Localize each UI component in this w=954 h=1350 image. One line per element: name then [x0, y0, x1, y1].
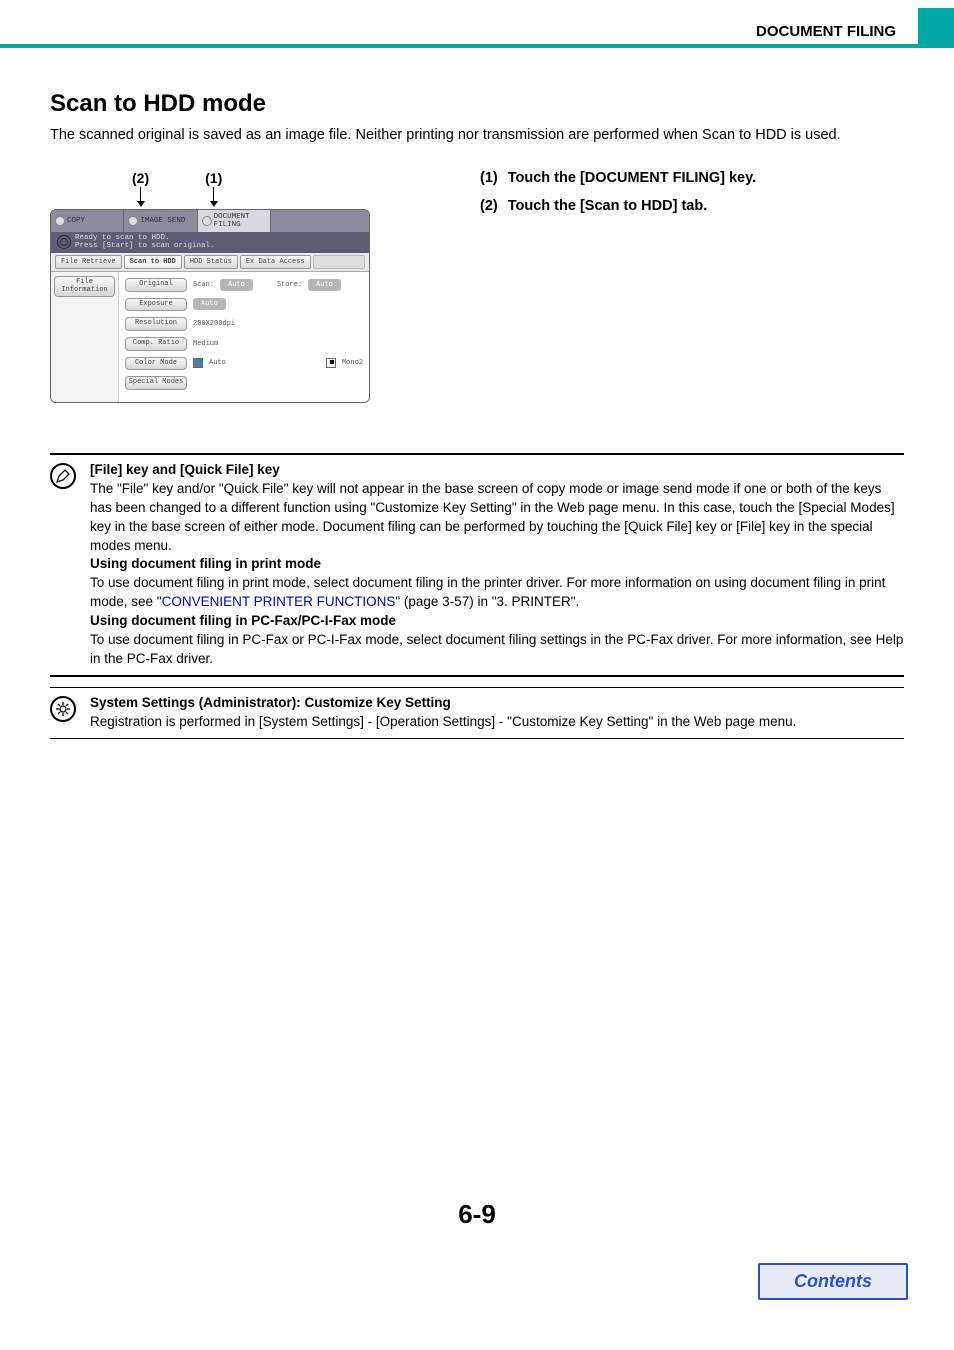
header-accent-block — [918, 8, 954, 44]
subtab-file-retrieve[interactable]: File Retrieve — [55, 255, 122, 269]
device-panel: COPY IMAGE SEND DOCUMENT FILING Ready to… — [50, 209, 370, 403]
exposure-value: Auto — [193, 298, 226, 310]
resolution-button[interactable]: Resolution — [125, 317, 187, 331]
steps-list: (1) Touch the [DOCUMENT FILING] key. (2) T… — [480, 170, 904, 214]
header-bar: DOCUMENT FILING — [0, 0, 954, 44]
color-mode-button[interactable]: Color Mode — [125, 357, 187, 371]
callout-1: (1) — [205, 170, 222, 207]
subtab-hdd-status[interactable]: HDD Status — [184, 255, 238, 269]
subtab-scan-to-hdd[interactable]: Scan to HDD — [124, 255, 182, 269]
note-block-1: [File] key and [Quick File] key The "Fil… — [50, 453, 904, 677]
tab-image-send[interactable]: IMAGE SEND — [124, 210, 197, 232]
comp-ratio-value: Medium — [193, 340, 218, 348]
subtab-ex-data-access[interactable]: Ex Data Access — [240, 255, 311, 269]
note1-h1: [File] key and [Quick File] key — [90, 462, 280, 477]
lead-paragraph: The scanned original is saved as an imag… — [50, 126, 904, 146]
tab-blank — [271, 210, 369, 232]
note1-h2: Using document filing in print mode — [90, 556, 321, 571]
step-1-text: Touch the [DOCUMENT FILING] key. — [508, 170, 756, 186]
comp-ratio-button[interactable]: Comp. Ratio — [125, 337, 187, 351]
page-number: 6-9 — [50, 1199, 904, 1230]
page-heading: Scan to HDD mode — [50, 90, 904, 118]
tab-copy[interactable]: COPY — [51, 210, 124, 232]
step-1-number: (1) — [480, 170, 498, 186]
note-block-2: System Settings (Administrator): Customi… — [50, 687, 904, 739]
scan-label: Scan: — [193, 281, 214, 289]
section-title: DOCUMENT FILING — [756, 19, 908, 44]
store-label: Store: — [277, 281, 302, 289]
send-icon — [128, 216, 138, 226]
filing-icon — [202, 216, 212, 226]
status-bar: Ready to scan to HDD. Press [Start] to s… — [51, 232, 369, 253]
mono-icon — [326, 358, 336, 368]
subtab-blank — [313, 255, 365, 269]
screenshot-figure: (2) (1) COPY IMAGE SEND DOCUMENT FILING — [50, 170, 430, 403]
color-icon — [193, 358, 203, 368]
note1-p3: To use document filing in PC-Fax or PC-I… — [90, 632, 903, 666]
resolution-value: 200X200dpi — [193, 320, 235, 328]
special-modes-button[interactable]: Special Modes — [125, 376, 187, 390]
note1-p1: The "File" key and/or "Quick File" key w… — [90, 481, 895, 553]
note2-h: System Settings (Administrator): Customi… — [90, 695, 451, 710]
original-button[interactable]: Original — [125, 278, 187, 292]
mono-label: Mono2 — [342, 359, 363, 367]
step-2-text: Touch the [Scan to HDD] tab. — [508, 198, 708, 214]
tab-document-filing[interactable]: DOCUMENT FILING — [198, 210, 271, 232]
contents-button[interactable]: Contents — [758, 1263, 908, 1300]
scan-value: Auto — [220, 279, 253, 291]
globe-icon — [57, 235, 71, 249]
note1-h3: Using document filing in PC-Fax/PC-I-Fax… — [90, 613, 396, 628]
note2-p: Registration is performed in [System Set… — [90, 714, 796, 729]
step-2-number: (2) — [480, 198, 498, 214]
exposure-button[interactable]: Exposure — [125, 298, 187, 312]
gear-icon — [50, 696, 76, 722]
store-value: Auto — [308, 279, 341, 291]
pencil-icon — [50, 463, 76, 489]
copy-icon — [55, 216, 65, 226]
callout-2: (2) — [132, 170, 149, 207]
note1-p2b: " (page 3-57) in "3. PRINTER". — [395, 594, 579, 609]
printer-functions-link[interactable]: CONVENIENT PRINTER FUNCTIONS — [162, 594, 396, 609]
color-mode-value: Auto — [209, 359, 226, 367]
file-information-button[interactable]: File Information — [54, 276, 115, 297]
